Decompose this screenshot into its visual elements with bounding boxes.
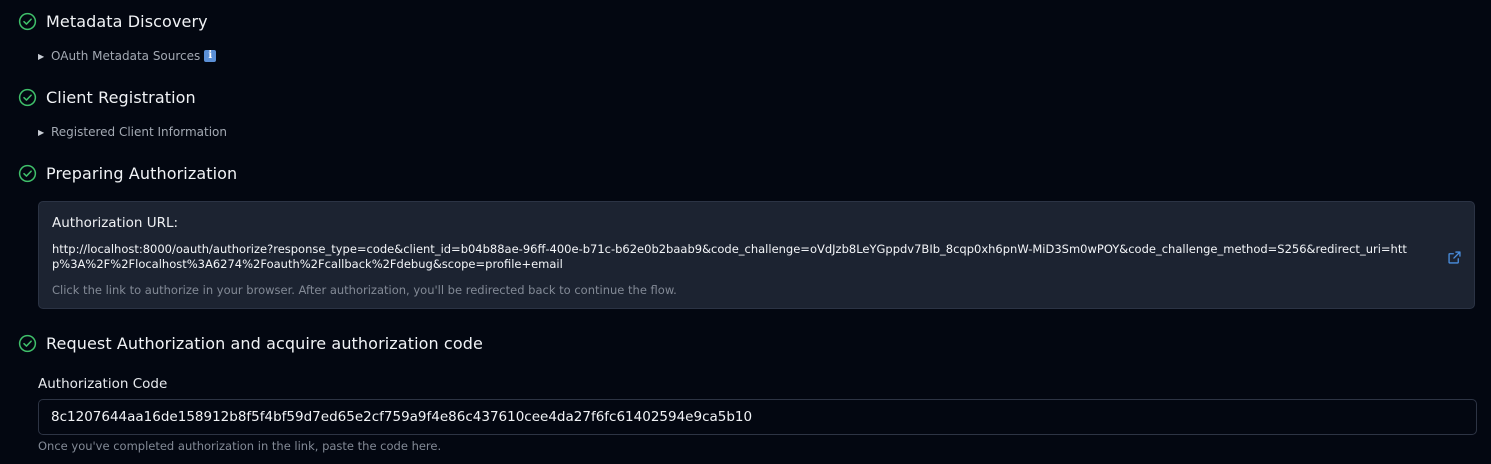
authorization-url-hint: Click the link to authorize in your brow… (52, 283, 677, 297)
step-metadata-discovery: Metadata Discovery (18, 9, 208, 33)
authorization-code-label: Authorization Code (38, 376, 168, 392)
details-label: Registered Client Information (51, 125, 227, 139)
step-title: Metadata Discovery (46, 11, 208, 31)
step-title: Client Registration (46, 87, 196, 107)
details-registered-client-information[interactable]: ▶ Registered Client Information (38, 125, 227, 139)
details-oauth-metadata-sources[interactable]: ▶ OAuth Metadata Sources i (38, 49, 217, 63)
authorization-code-hint: Once you've completed authorization in t… (38, 439, 442, 453)
info-icon: i (204, 50, 217, 62)
check-circle-icon (18, 12, 37, 30)
check-circle-icon (18, 164, 37, 182)
check-circle-icon (18, 88, 37, 106)
step-request-authorization: Request Authorization and acquire author… (18, 331, 483, 355)
oauth-flow-panel: Metadata Discovery ▶ OAuth Metadata Sour… (0, 0, 1491, 464)
step-title: Preparing Authorization (46, 163, 238, 183)
triangle-right-icon: ▶ (38, 127, 45, 137)
authorization-code-input[interactable] (38, 399, 1477, 435)
step-preparing-authorization: Preparing Authorization (18, 161, 237, 185)
check-circle-icon (18, 334, 37, 352)
authorization-url-panel: Authorization URL: http://localhost:8000… (38, 201, 1475, 309)
authorization-url-label: Authorization URL: (52, 215, 179, 231)
authorization-url-link[interactable]: http://localhost:8000/oauth/authorize?re… (52, 242, 1422, 272)
details-label: OAuth Metadata Sources (51, 49, 201, 63)
triangle-right-icon: ▶ (38, 51, 45, 61)
step-client-registration: Client Registration (18, 85, 196, 109)
external-link-icon[interactable] (1447, 250, 1462, 265)
step-title: Request Authorization and acquire author… (46, 333, 483, 353)
